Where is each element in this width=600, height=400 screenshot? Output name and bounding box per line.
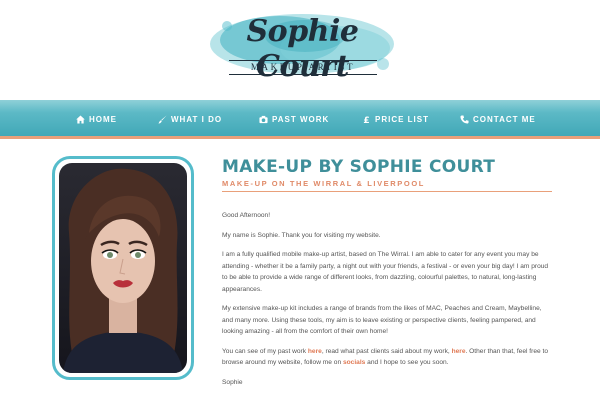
past-work-link[interactable]: here	[308, 348, 322, 355]
page-title: MAKE-UP BY SOPHIE COURT	[222, 157, 496, 177]
site-logo[interactable]: Sophie Court MAKEUP ARTIST	[205, 8, 400, 84]
camera-icon	[259, 115, 268, 124]
nav-home[interactable]: HOME	[76, 112, 117, 126]
socials-link[interactable]: socials	[343, 359, 365, 366]
intro-paragraph-4: You can see of my past work here, read w…	[222, 346, 552, 369]
main-content: MAKE-UP BY SOPHIE COURT MAKE-UP ON THE W…	[222, 156, 552, 396]
nav-price-list-label: PRICE LIST	[375, 114, 430, 124]
p4-text-2: , read what past clients said about my w…	[321, 347, 452, 355]
testimonials-link[interactable]: here	[452, 348, 466, 355]
intro-paragraph-1: My name is Sophie. Thank you for visitin…	[222, 231, 381, 239]
profile-photo-frame	[52, 156, 194, 380]
nav-home-label: HOME	[89, 114, 117, 124]
intro-text: Good Afternoon! My name is Sophie. Thank…	[222, 210, 552, 388]
profile-photo	[59, 163, 187, 373]
nav-past-work[interactable]: PAST WORK	[259, 112, 329, 126]
intro-paragraph-2: I am a fully qualified mobile make-up ar…	[222, 251, 549, 293]
nav-contact-me[interactable]: CONTACT ME	[460, 112, 536, 126]
svg-text:£: £	[363, 115, 370, 123]
nav-price-list[interactable]: £ PRICE LIST	[362, 112, 429, 126]
signoff-text: Sophie	[222, 378, 243, 386]
page-subtitle: MAKE-UP ON THE WIRRAL & LIVERPOOL	[222, 179, 552, 192]
logo-tagline: MAKEUP ARTIST	[229, 60, 377, 75]
brush-icon	[158, 114, 167, 124]
greeting-text: Good Afternoon!	[222, 212, 271, 219]
intro-paragraph-3: My extensive make-up kit includes a rang…	[222, 305, 542, 335]
phone-icon	[460, 114, 469, 124]
pound-icon: £	[362, 115, 371, 123]
main-navigation: HOME WHAT I DO PAST WORK £ PRICE LIST CO…	[0, 100, 600, 139]
home-icon	[76, 114, 85, 124]
p4-text-1: You can see of my past work	[222, 347, 308, 355]
nav-contact-me-label: CONTACT ME	[473, 114, 536, 124]
nav-past-work-label: PAST WORK	[272, 114, 330, 124]
nav-what-i-do[interactable]: WHAT I DO	[158, 112, 222, 126]
nav-what-i-do-label: WHAT I DO	[171, 114, 223, 124]
p4-text-4: and I hope to see you soon.	[365, 359, 449, 366]
